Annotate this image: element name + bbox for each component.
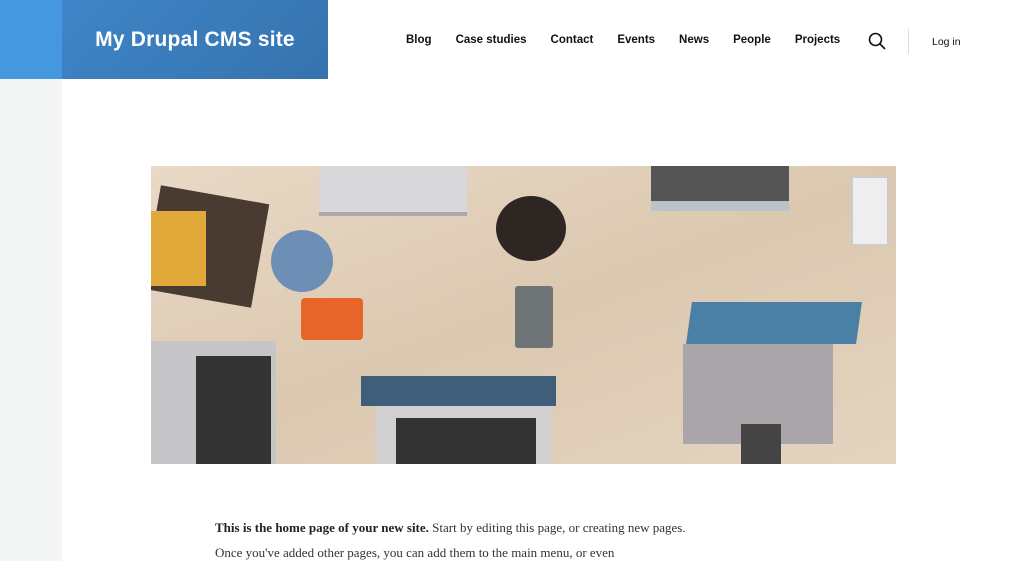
search-icon[interactable] — [868, 32, 886, 50]
site-title: My Drupal CMS site — [95, 27, 295, 51]
site-logo-link[interactable]: My Drupal CMS site — [62, 0, 328, 79]
login-link[interactable]: Log in — [932, 36, 961, 48]
nav-item-events[interactable]: Events — [617, 34, 655, 46]
nav-item-people[interactable]: People — [733, 34, 771, 46]
intro-bold: This is the home page of your new site. — [215, 520, 429, 535]
nav-item-case-studies[interactable]: Case studies — [456, 34, 527, 46]
intro-paragraph: This is the home page of your new site. … — [215, 515, 705, 565]
nav-item-contact[interactable]: Contact — [551, 34, 594, 46]
nav-divider — [908, 29, 909, 54]
nav-item-projects[interactable]: Projects — [795, 34, 840, 46]
nav-item-news[interactable]: News — [679, 34, 709, 46]
hero-image — [151, 166, 896, 464]
left-gutter — [0, 0, 62, 561]
main-nav: Blog Case studies Contact Events News Pe… — [406, 34, 864, 46]
nav-item-blog[interactable]: Blog — [406, 34, 432, 46]
